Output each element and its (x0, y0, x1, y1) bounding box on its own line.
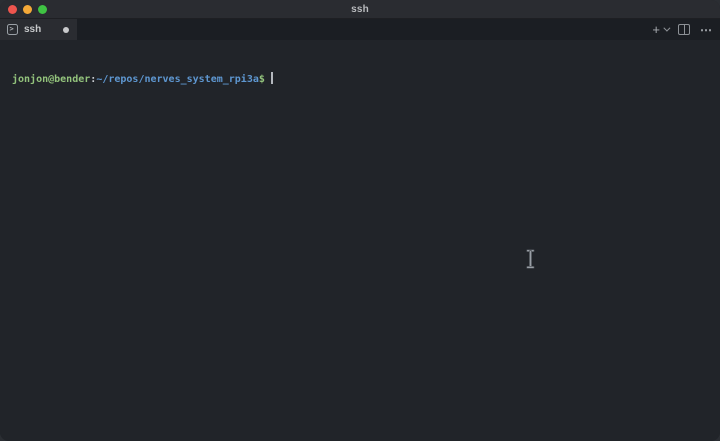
terminal-screen[interactable]: jonjon@bender:~/repos/nerves_system_rpi3… (0, 40, 720, 441)
close-button[interactable] (8, 5, 17, 14)
more-options-button[interactable]: ⋯ (700, 25, 713, 35)
plus-icon: + (652, 25, 660, 35)
zoom-button[interactable] (38, 5, 47, 14)
minimize-button[interactable] (23, 5, 32, 14)
activity-dot-icon[interactable] (63, 27, 69, 33)
titlebar[interactable]: ssh (0, 0, 720, 19)
prompt-line: jonjon@bender:~/repos/nerves_system_rpi3… (12, 72, 720, 87)
window-title: ssh (351, 4, 369, 15)
prompt-user-host: jonjon@bender (12, 74, 90, 85)
tab-ssh[interactable]: > ssh (0, 19, 77, 40)
new-tab-button[interactable]: + (652, 25, 668, 35)
split-pane-button[interactable] (678, 24, 690, 35)
traffic-lights (8, 0, 47, 18)
terminal-prompt-icon: > (7, 24, 18, 35)
tab-actions: + ⋯ (652, 19, 713, 40)
terminal-text-cursor (271, 72, 273, 84)
prompt-path: ~/repos/nerves_system_rpi3a (96, 74, 259, 85)
chevron-down-icon (663, 25, 670, 32)
tab-label: ssh (24, 24, 41, 35)
tab-bar: > ssh + ⋯ (0, 19, 720, 40)
terminal-window: ssh > ssh + ⋯ jonjon@bender:~/repos/nerv… (0, 0, 720, 441)
split-pane-icon (678, 24, 690, 35)
